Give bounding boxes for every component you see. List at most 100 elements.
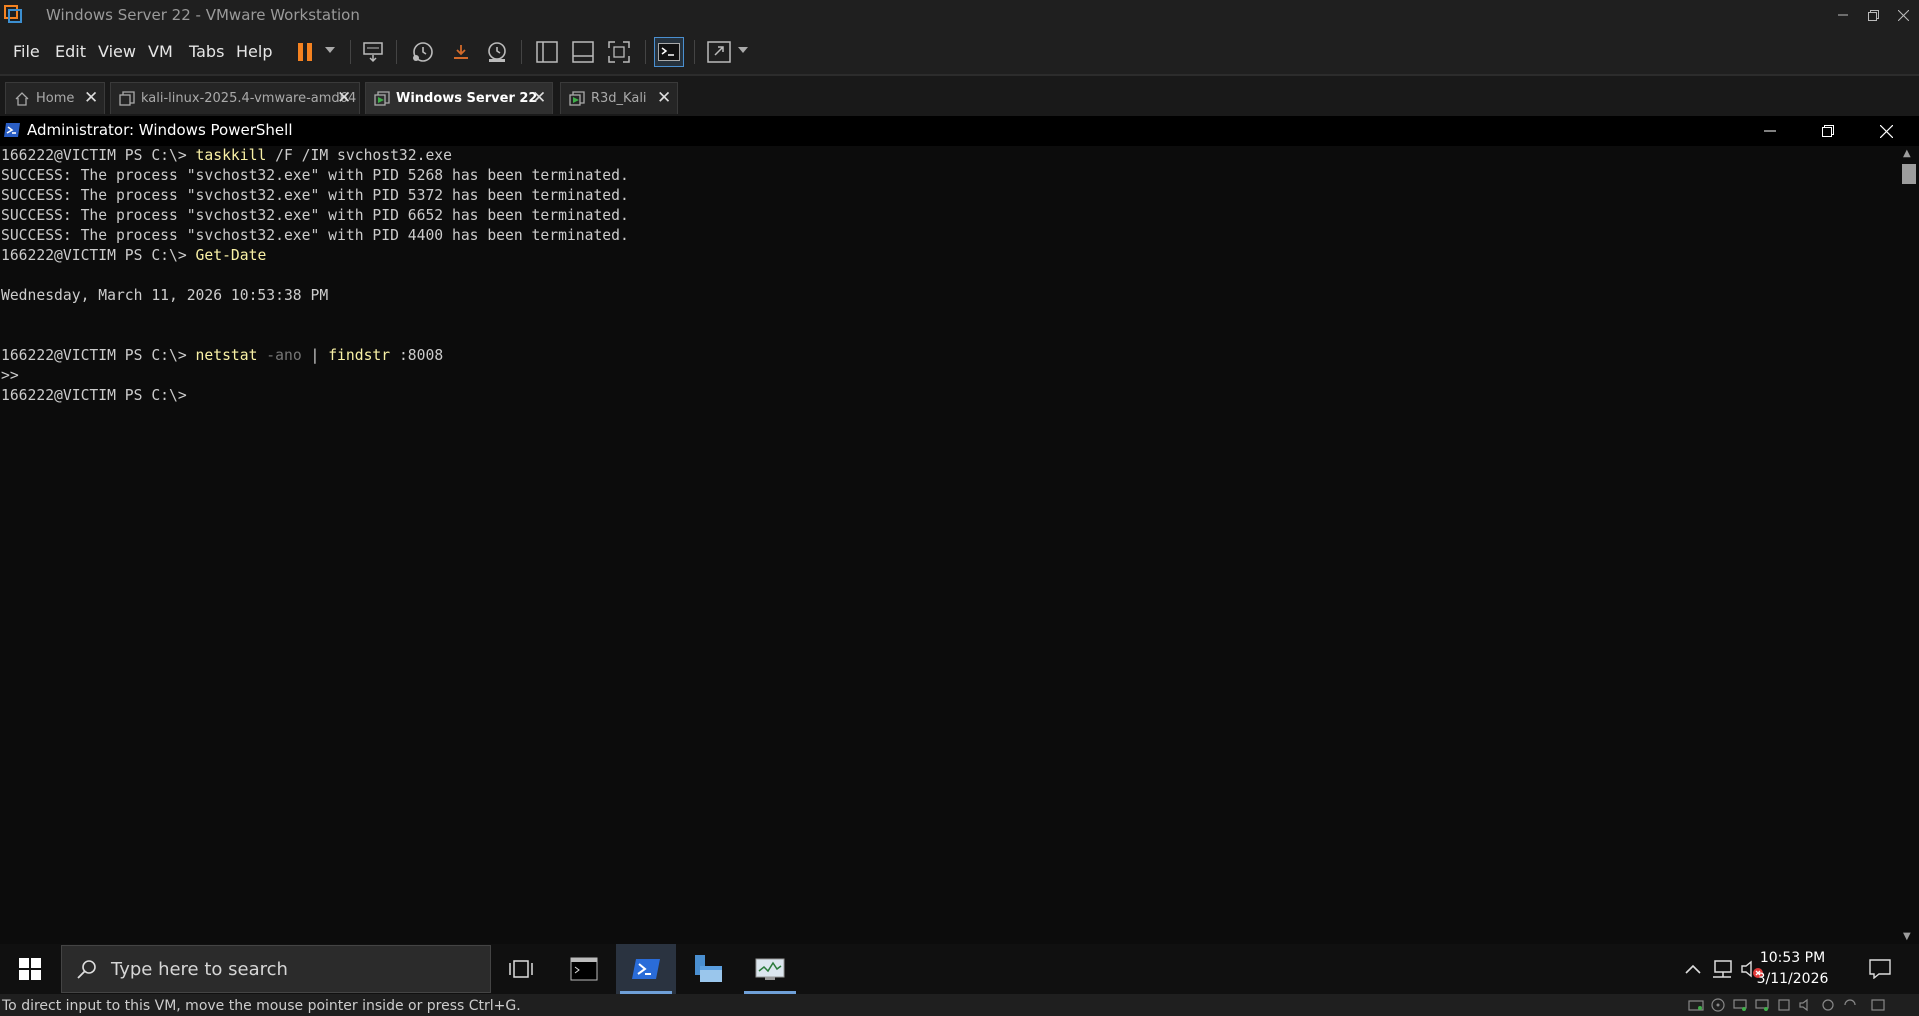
- chevron-up-icon: [1685, 964, 1701, 974]
- tab-r3d-kali[interactable]: R3d_Kali ✕: [560, 82, 678, 114]
- menu-view[interactable]: View: [98, 42, 136, 61]
- menu-tabs[interactable]: Tabs: [189, 42, 224, 61]
- pause-icon: [298, 43, 312, 61]
- close-tab-icon[interactable]: ✕: [657, 88, 671, 108]
- library-panel-icon: [536, 41, 558, 63]
- console-scrollbar[interactable]: ▲ ▼: [1898, 146, 1919, 944]
- console-line: SUCCESS: The process "svchost32.exe" wit…: [1, 227, 629, 244]
- full-screen-icon: [608, 41, 630, 63]
- search-placeholder: Type here to search: [111, 959, 288, 980]
- clock-date: 3/11/2026: [1756, 971, 1829, 987]
- window-title: Windows Server 22 - VMware Workstation: [46, 6, 360, 24]
- ps-close-button[interactable]: [1871, 116, 1901, 146]
- taskbar-cmd[interactable]: [554, 944, 614, 994]
- start-button[interactable]: [0, 944, 60, 994]
- snapshot-manager-button[interactable]: [482, 37, 512, 67]
- tab-home[interactable]: Home ✕: [5, 82, 105, 114]
- close-tab-icon[interactable]: ✕: [532, 88, 546, 108]
- tab-windows-server-22[interactable]: Windows Server 22 ✕: [365, 82, 553, 114]
- show-thumbnail-bar-button[interactable]: [568, 37, 598, 67]
- tab-kali-linux[interactable]: kali-linux-2025.4-vmware-amd64 ✕: [110, 82, 360, 114]
- menu-edit[interactable]: Edit: [55, 42, 86, 61]
- powershell-icon: [4, 123, 20, 137]
- console-view-button[interactable]: [654, 37, 684, 67]
- command-prompt-icon: [570, 957, 598, 981]
- console-line: SUCCESS: The process "svchost32.exe" wit…: [1, 167, 629, 184]
- display-icon[interactable]: [1842, 998, 1858, 1012]
- close-icon: [1897, 9, 1909, 21]
- cd-dvd-icon[interactable]: [1710, 998, 1726, 1012]
- powershell-icon: [632, 959, 660, 979]
- show-library-button[interactable]: [532, 37, 562, 67]
- take-snapshot-button[interactable]: [408, 37, 438, 67]
- search-icon: [77, 960, 96, 979]
- console-line: 166222@VICTIM PS C:\> netstat -ano | fin…: [1, 347, 444, 364]
- tab-label: kali-linux-2025.4-vmware-amd64: [141, 91, 357, 106]
- vm-running-icon: [569, 91, 585, 106]
- task-view-button[interactable]: [491, 944, 551, 994]
- keyboard-send-icon: [363, 42, 383, 63]
- stretch-dropdown-icon[interactable]: [738, 47, 748, 53]
- minimize-icon: [1764, 130, 1776, 132]
- console-line: SUCCESS: The process "svchost32.exe" wit…: [1, 207, 629, 224]
- powershell-console[interactable]: 166222@VICTIM PS C:\> taskkill /F /IM sv…: [0, 146, 1898, 944]
- revert-snapshot-button[interactable]: [446, 37, 476, 67]
- console-line: Wednesday, March 11, 2026 10:53:38 PM: [1, 287, 329, 304]
- sound-card-icon[interactable]: [1798, 998, 1814, 1012]
- close-button[interactable]: [1888, 0, 1918, 30]
- minimize-button[interactable]: [1828, 0, 1858, 30]
- console-line: >>: [1, 367, 19, 384]
- message-log-icon[interactable]: [1870, 998, 1886, 1012]
- toolbar-divider: [521, 40, 522, 64]
- suspend-button[interactable]: [290, 37, 320, 67]
- console-line: 166222@VICTIM PS C:\> Get-Date: [1, 247, 267, 264]
- restore-button[interactable]: [1858, 0, 1888, 30]
- home-icon: [15, 92, 29, 106]
- usb-device-icon[interactable]: [1776, 998, 1792, 1012]
- hard-disk-icon[interactable]: [1688, 998, 1704, 1012]
- close-tab-icon[interactable]: ✕: [337, 88, 351, 108]
- scroll-up-icon[interactable]: ▲: [1903, 148, 1911, 159]
- vm-tab-bar: Home ✕ kali-linux-2025.4-vmware-amd64 ✕ …: [0, 74, 1919, 118]
- show-hidden-icons-button[interactable]: [1680, 944, 1706, 994]
- vmware-title-bar: Windows Server 22 - VMware Workstation: [0, 0, 1919, 30]
- network-adapter-icon[interactable]: [1732, 998, 1748, 1012]
- taskbar-clock[interactable]: 10:53 PM 3/11/2026: [1740, 948, 1845, 990]
- scroll-down-icon[interactable]: ▼: [1903, 931, 1911, 942]
- stretch-guest-button[interactable]: [704, 37, 734, 67]
- taskbar-server-manager[interactable]: [678, 944, 738, 994]
- toolbar-divider: [396, 40, 397, 64]
- vm-copy-icon: [119, 91, 135, 106]
- ps-minimize-button[interactable]: [1755, 116, 1785, 146]
- send-ctrl-alt-del-button[interactable]: [358, 37, 388, 67]
- tab-label: R3d_Kali: [591, 91, 647, 106]
- snapshot-clock-icon: [413, 42, 433, 62]
- taskbar-search-box[interactable]: Type here to search: [61, 945, 491, 993]
- full-screen-button[interactable]: [604, 37, 634, 67]
- windows-logo-icon: [19, 958, 41, 980]
- server-manager-icon: [695, 955, 722, 982]
- task-view-icon: [509, 960, 533, 978]
- printer-icon[interactable]: [1820, 998, 1836, 1012]
- taskbar-powershell[interactable]: [616, 944, 676, 994]
- close-tab-icon[interactable]: ✕: [84, 88, 98, 108]
- network-adapter-2-icon[interactable]: [1754, 998, 1770, 1012]
- power-dropdown-icon[interactable]: [325, 47, 335, 53]
- network-icon: [1713, 960, 1732, 978]
- ps-restore-button[interactable]: [1813, 116, 1843, 146]
- tab-label: Home: [36, 91, 75, 106]
- vmware-status-bar: To direct input to this VM, move the mou…: [0, 994, 1919, 1016]
- menu-file[interactable]: File: [13, 42, 40, 61]
- clock-time: 10:53 PM: [1759, 950, 1826, 966]
- restore-icon: [1867, 9, 1879, 21]
- terminal-icon: [658, 43, 680, 61]
- action-center-button[interactable]: [1862, 944, 1898, 994]
- console-line: 166222@VICTIM PS C:\> taskkill /F /IM sv…: [1, 147, 452, 164]
- menu-vm[interactable]: VM: [148, 42, 173, 61]
- taskbar-task-manager[interactable]: [740, 944, 800, 994]
- menu-help[interactable]: Help: [236, 42, 272, 61]
- scrollbar-thumb[interactable]: [1902, 164, 1916, 184]
- vm-display[interactable]: Administrator: Windows PowerShell 166222…: [0, 116, 1919, 944]
- network-tray-button[interactable]: [1708, 944, 1736, 994]
- toolbar-divider: [350, 40, 351, 64]
